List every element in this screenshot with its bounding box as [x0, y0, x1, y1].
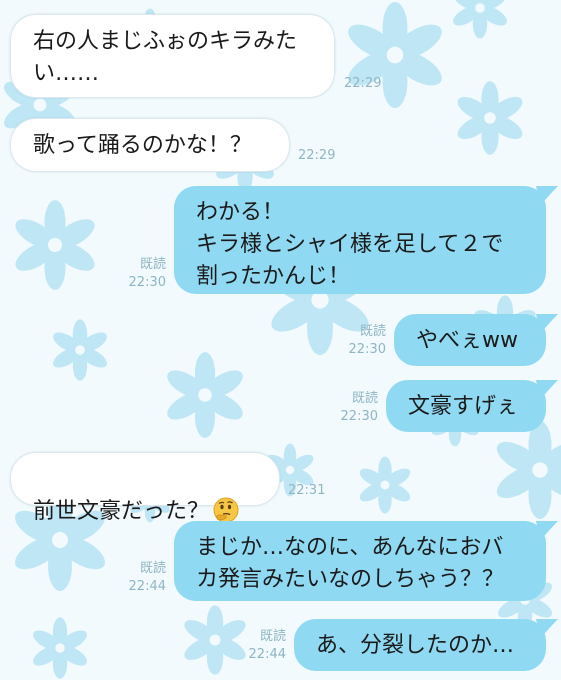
message-bubble[interactable]: 歌って踊るのかな！？: [10, 118, 290, 172]
message-time: 22:29: [344, 76, 382, 91]
flower-decoration: [496, 421, 561, 519]
message-bubble[interactable]: やべぇww: [394, 314, 546, 366]
message-bubble[interactable]: あ、分裂したのか…: [294, 619, 546, 671]
message-read-status: 既読: [139, 561, 166, 576]
message-time: 22:30: [128, 275, 166, 290]
message-read-status: 既読: [359, 324, 386, 339]
thinking-face-emoji: [213, 497, 239, 523]
message-bubble[interactable]: わかる！ キラ様とシャイ様を足して２で割ったかんじ！: [174, 186, 546, 294]
message-time: 22:29: [298, 148, 336, 163]
bubble-tail: [536, 314, 558, 334]
bubble-tail: [536, 380, 558, 400]
message-time: 22:31: [288, 483, 326, 498]
flower-decoration: [359, 456, 411, 514]
message-bubble[interactable]: 文豪すげぇ: [386, 380, 546, 432]
message-bubble[interactable]: 前世文豪だった？: [10, 452, 280, 524]
flower-decoration: [15, 200, 95, 290]
flower-decoration: [348, 1, 442, 109]
message-time: 22:44: [128, 579, 166, 594]
message-bubble[interactable]: まじか…なのに、あんなにおバカ発言みたいなのしちゃう？？: [174, 521, 546, 601]
flower-decoration: [33, 617, 87, 679]
flower-decoration: [53, 319, 107, 381]
message-time: 22:44: [248, 647, 286, 662]
message-read-status: 既読: [139, 257, 166, 272]
flower-decoration: [184, 605, 246, 675]
message-text: 前世文豪だった？: [33, 499, 210, 524]
message-read-status: 既読: [351, 391, 378, 406]
message-read-status: 既読: [259, 629, 286, 644]
message-time: 22:30: [348, 342, 386, 357]
bubble-tail: [536, 619, 558, 639]
bubble-tail: [536, 186, 558, 206]
message-time: 22:30: [340, 409, 378, 424]
flower-decoration: [453, 0, 507, 39]
bubble-tail: [536, 521, 558, 541]
message-bubble[interactable]: 右の人まじふぉのキラみたい……: [10, 14, 335, 98]
flower-decoration: [457, 81, 523, 155]
flower-decoration: [167, 352, 243, 438]
